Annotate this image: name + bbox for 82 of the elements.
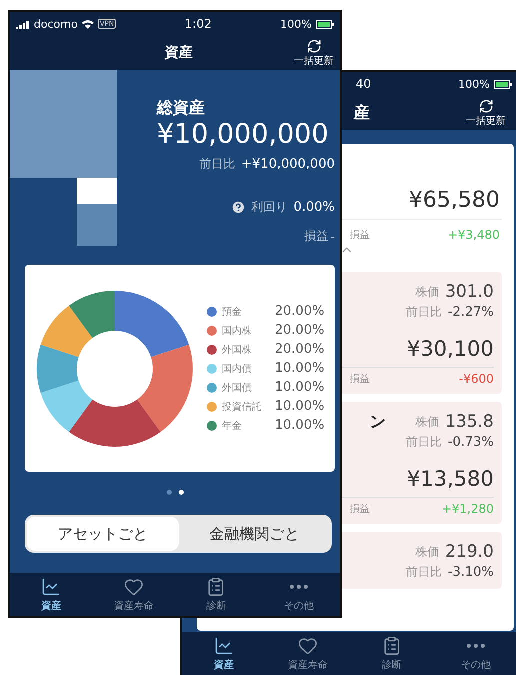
profit-value: +¥3,480 — [448, 228, 500, 242]
price-label: 株価 — [415, 544, 440, 560]
profit-label: 損益 — [350, 503, 370, 516]
refresh-icon — [478, 98, 494, 114]
clipboard-icon — [206, 576, 226, 596]
change-label: 前日比 — [199, 156, 236, 173]
chart-icon — [214, 636, 234, 656]
legend-label: 外国債 — [222, 382, 253, 394]
price-label: 株価 — [415, 414, 440, 430]
change-label: 前日比 — [406, 434, 442, 451]
status-time: 40 — [356, 77, 372, 91]
holding-name: ン — [370, 412, 386, 433]
heart-icon — [298, 636, 318, 656]
refresh-all-button[interactable]: 一括更新 — [294, 38, 334, 68]
change-value: -3.10% — [448, 565, 494, 580]
change-value: +¥10,000,000 — [241, 157, 335, 172]
profit-label: 損益 — [304, 228, 329, 245]
legend-label: 国内債 — [222, 362, 253, 376]
price-label: 株価 — [415, 284, 440, 300]
legend-label: 預金 — [222, 306, 243, 318]
tab[interactable]: その他 — [258, 573, 340, 616]
segment-button[interactable]: 金融機関ごと — [178, 517, 330, 551]
legend-label: 国内株 — [222, 324, 253, 338]
change-value: -2.27% — [448, 305, 494, 320]
total-value: ¥65,580 — [409, 188, 500, 213]
change-value: -0.73% — [448, 435, 494, 450]
refresh-icon — [306, 38, 322, 54]
change-label: 前日比 — [406, 564, 442, 581]
wifi-icon — [82, 20, 94, 28]
legend-value: 10.00% — [275, 380, 325, 395]
heart-icon — [124, 576, 144, 596]
legend-value: 20.00% — [275, 323, 325, 338]
help-icon[interactable] — [230, 200, 246, 215]
legend-value: 20.00% — [275, 342, 325, 357]
change-label: 前日比 — [406, 304, 442, 321]
tab[interactable]: 診断 — [350, 632, 434, 675]
carrier-name: docomo — [34, 18, 78, 30]
price-value: 135.8 — [445, 412, 494, 432]
chart-icon — [41, 576, 62, 596]
legend-value: 10.00% — [275, 418, 325, 433]
holding-value: ¥30,100 — [407, 337, 494, 361]
segment-button[interactable]: アセットごと — [27, 517, 178, 551]
battery-level: 100% — [280, 18, 312, 30]
legend-value: 10.00% — [275, 399, 325, 414]
donut-slice — [40, 305, 93, 357]
legend-label: 外国株 — [222, 344, 253, 356]
price-value: 219.0 — [445, 542, 494, 562]
profit-value: +¥1,280 — [442, 502, 494, 516]
tab[interactable]: 診断 — [175, 573, 258, 616]
screen-title: 資産 — [165, 44, 193, 62]
yield-label: 利回り — [252, 199, 288, 216]
legend-label: 投資信託 — [222, 400, 263, 414]
tab[interactable]: 資産寿命 — [266, 632, 350, 675]
refresh-all-button[interactable]: 一括更新 — [466, 98, 506, 128]
tab[interactable]: 資産寿命 — [92, 573, 175, 616]
clipboard-icon — [382, 636, 402, 656]
legend-value: 20.00% — [275, 304, 325, 319]
legend-label: 年金 — [222, 420, 243, 432]
total-value: ¥10,000,000 — [157, 119, 329, 150]
tab[interactable]: その他 — [434, 632, 516, 675]
profit-label: 損益 — [350, 373, 370, 386]
profit-label: 損益 — [350, 229, 370, 242]
tab[interactable]: 資産 — [10, 573, 92, 616]
screen-title: 産 — [354, 102, 370, 124]
profit-value: - — [330, 230, 335, 244]
status-time: 1:02 — [184, 17, 212, 31]
price-value: 301.0 — [445, 282, 494, 302]
yield-value: 0.00% — [294, 200, 335, 215]
battery-icon — [316, 20, 334, 28]
more-icon — [290, 584, 308, 588]
holding-value: ¥13,580 — [407, 467, 494, 491]
tab[interactable]: 資産 — [182, 632, 266, 675]
page-dot[interactable] — [178, 490, 184, 495]
signal-icon — [16, 20, 30, 28]
legend-value: 10.00% — [275, 361, 325, 376]
donut-slice — [37, 344, 79, 393]
battery-icon — [494, 80, 512, 88]
profit-value: -¥600 — [459, 372, 494, 386]
more-icon — [467, 644, 485, 648]
battery-level: 100% — [458, 78, 490, 90]
page-dot[interactable] — [166, 490, 172, 495]
total-label: 総資産 — [157, 98, 205, 119]
